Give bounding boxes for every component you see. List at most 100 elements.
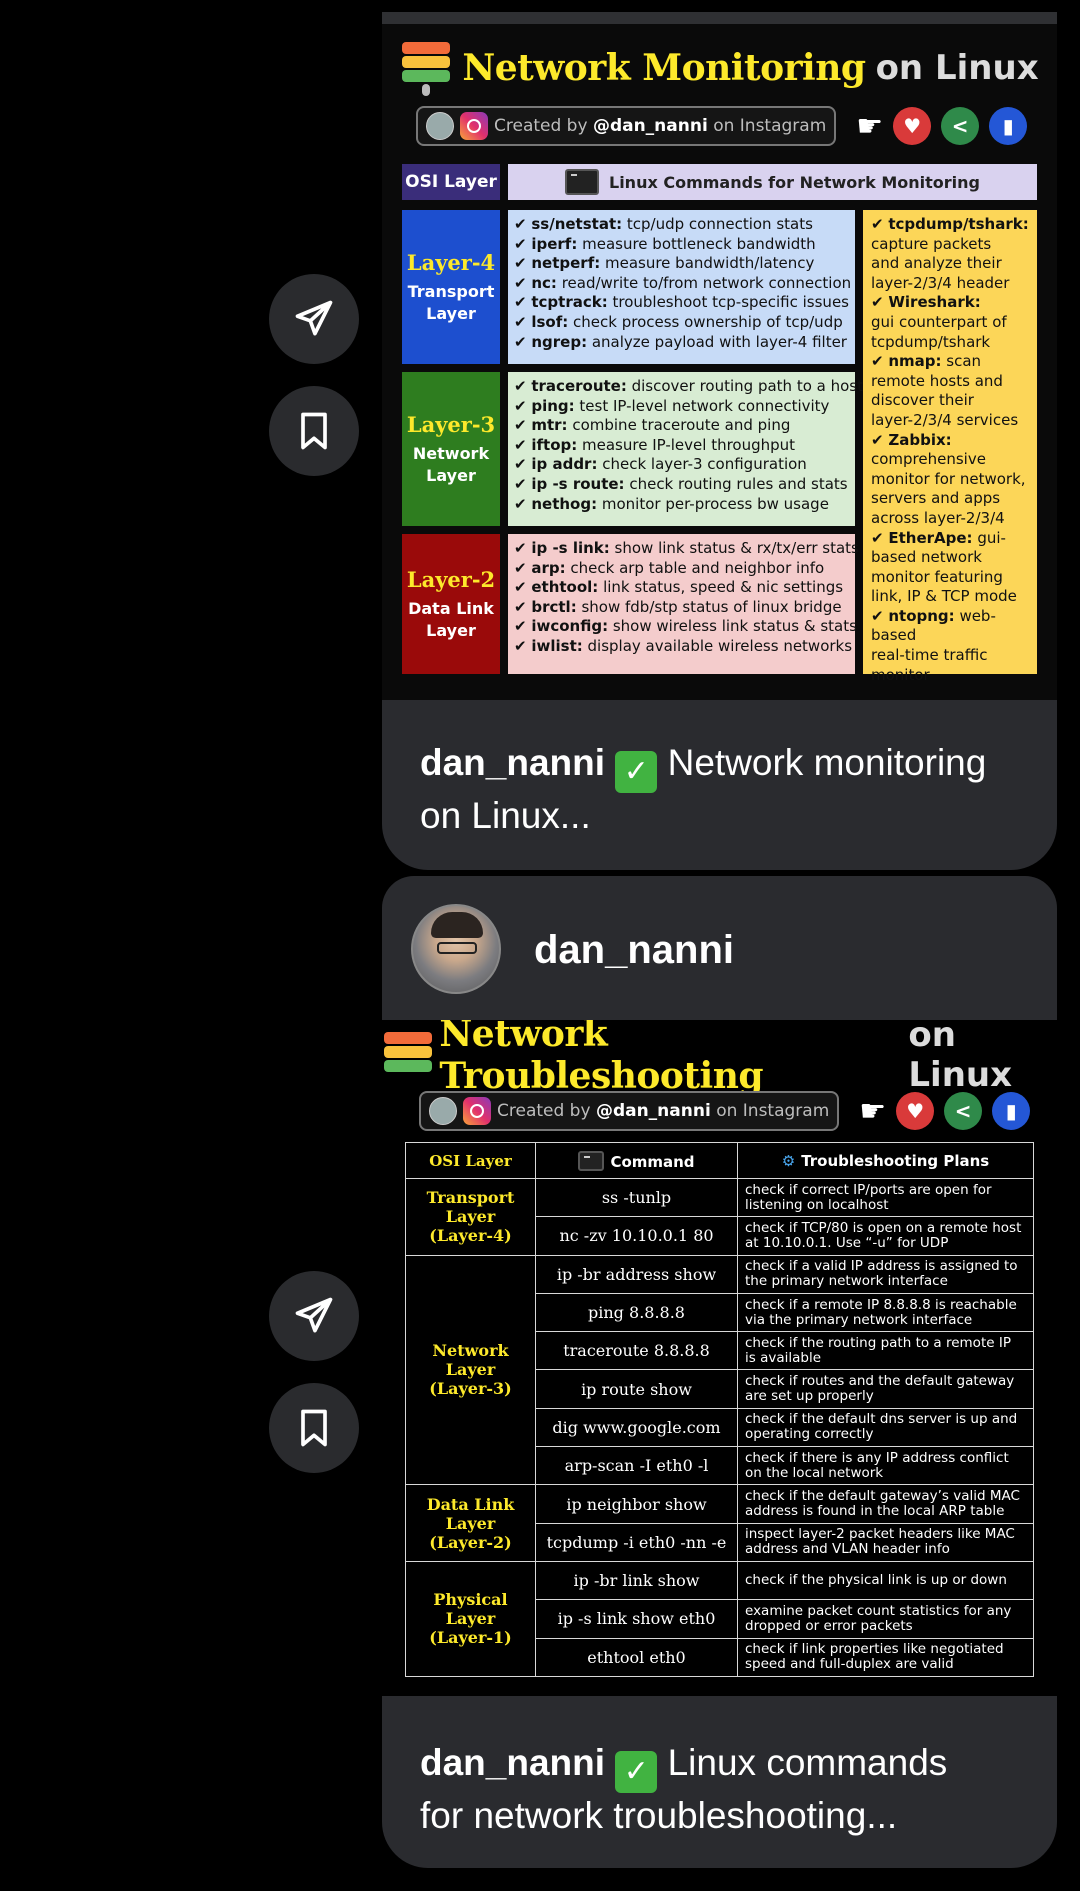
command-cell: dig www.google.com bbox=[535, 1407, 738, 1448]
plan-cell: inspect layer-2 packet headers like MAC … bbox=[737, 1522, 1034, 1562]
post-image-network-monitoring[interactable]: Network Monitoring on Linux Created by @… bbox=[382, 24, 1057, 700]
tool-line: ✔ EtherApe: gui- bbox=[871, 528, 1006, 547]
layer-4-commands: ✔ ss/netstat: tcp/udp connection stats ✔ … bbox=[508, 210, 855, 364]
terminal-icon bbox=[565, 169, 599, 195]
tool-line: remote hosts and bbox=[871, 371, 1003, 390]
tool-line: monitor bbox=[871, 665, 930, 684]
command-line: ✔ iwconfig: show wireless link status & … bbox=[514, 617, 857, 636]
command-line: ✔ iperf: measure bottleneck bandwidth bbox=[514, 234, 816, 253]
osi-layer-header: OSI Layer bbox=[405, 1142, 536, 1179]
caption-card-2[interactable]: dan_nanni ✓ Linux commands for network tr… bbox=[382, 1696, 1057, 1868]
heart-icon: ♥ bbox=[893, 107, 932, 145]
command-cell: traceroute 8.8.8.8 bbox=[535, 1331, 738, 1371]
green-check-icon: ✓ bbox=[615, 751, 658, 793]
command-line: ✔ iwlist: display available wireless net… bbox=[514, 636, 853, 655]
command-cell: ip -br address show bbox=[535, 1254, 738, 1294]
avatar[interactable] bbox=[411, 904, 501, 994]
layer-3-box: Layer-3 Network Layer bbox=[402, 372, 500, 526]
plan-cell: check if correct IP/ports are open for l… bbox=[737, 1177, 1034, 1218]
layer-cell: Physical Layer (Layer-1) bbox=[405, 1560, 536, 1677]
command-line: ✔ ngrep: analyze payload with layer-4 fi… bbox=[514, 332, 847, 351]
post-title: Network Troubleshooting on Linux bbox=[382, 1020, 1057, 1097]
layer-cell: Transport Layer (Layer-4) bbox=[405, 1178, 536, 1256]
plan-cell: check if routes and the default gateway … bbox=[737, 1369, 1034, 1409]
tool-line: based network bbox=[871, 548, 982, 567]
bookmark-icon: ▮ bbox=[992, 1092, 1031, 1130]
gear-icon: ⚙ bbox=[781, 1151, 796, 1170]
command-cell: tcpdump -i eth0 -nn -e bbox=[535, 1522, 738, 1562]
plan-cell: check if link properties like negotiated… bbox=[737, 1637, 1034, 1677]
previous-post-edge bbox=[382, 12, 1057, 24]
tool-line: layer-2/3/4 services bbox=[871, 410, 1019, 429]
plan-cell: check if the routing path to a remote IP… bbox=[737, 1331, 1034, 1371]
save-button[interactable] bbox=[269, 1383, 359, 1473]
command-line: ✔ ss/netstat: tcp/udp connection stats bbox=[514, 215, 813, 233]
avatar-mini bbox=[426, 112, 454, 140]
plan-cell: check if TCP/80 is open on a remote host… bbox=[737, 1216, 1034, 1256]
profile-username[interactable]: dan_nanni bbox=[534, 928, 734, 973]
command-line: ✔ nc: read/write to/from network connect… bbox=[514, 273, 852, 292]
caption-card-1[interactable]: dan_nanni ✓ Network monitoring on Linux..… bbox=[382, 700, 1057, 870]
tool-line: ✔ Zabbix: bbox=[871, 430, 952, 449]
terminal-icon bbox=[578, 1150, 605, 1171]
instagram-icon bbox=[463, 1097, 491, 1125]
pointing-hand-icon: ☛ bbox=[859, 1093, 887, 1129]
profile-card[interactable]: dan_nanni bbox=[382, 876, 1057, 1020]
plan-cell: check if the default dns server is up an… bbox=[737, 1407, 1034, 1448]
command-line: ✔ ip -s link: show link status & rx/tx/e… bbox=[514, 539, 859, 557]
share-button[interactable] bbox=[269, 274, 359, 364]
plan-cell: check if the physical link is up or down bbox=[737, 1560, 1034, 1601]
command-line: ✔ traceroute: discover routing path to a… bbox=[514, 377, 863, 395]
plans-header: ⚙ Troubleshooting Plans bbox=[737, 1142, 1034, 1179]
tool-line: layer-2/3/4 header bbox=[871, 273, 1010, 292]
layer-3-commands: ✔ traceroute: discover routing path to a… bbox=[508, 372, 863, 526]
command-line: ✔ arp: check arp table and neighbor info bbox=[514, 558, 825, 577]
tool-line: monitor for network, bbox=[871, 469, 1026, 488]
bookmark-icon bbox=[301, 1409, 327, 1447]
title-main: Network Monitoring bbox=[462, 47, 866, 89]
command-cell: nc -zv 10.10.0.1 80 bbox=[535, 1216, 738, 1256]
tool-line: monitor featuring bbox=[871, 567, 1003, 586]
layers-icon bbox=[400, 40, 452, 96]
plan-cell: check if a valid IP address is assigned … bbox=[737, 1254, 1034, 1294]
post-image-network-troubleshooting[interactable]: Network Troubleshooting on Linux Created… bbox=[382, 1020, 1057, 1696]
caption-text: dan_nanni ✓ Network monitoring on Linux..… bbox=[420, 742, 987, 836]
bookmark-icon bbox=[301, 412, 327, 450]
credit-box: Created by @dan_nanni on Instagram bbox=[419, 1091, 840, 1131]
save-button[interactable] bbox=[269, 386, 359, 476]
share-icon: < bbox=[941, 107, 980, 145]
command-line: ✔ ping: test IP-level network connectivi… bbox=[514, 396, 830, 415]
command-cell: ip -br link show bbox=[535, 1560, 738, 1601]
command-cell: ping 8.8.8.8 bbox=[535, 1292, 738, 1333]
title-sub: on Linux bbox=[875, 48, 1039, 88]
plan-cell: examine packet count statistics for any … bbox=[737, 1599, 1034, 1639]
table-row: Data Link Layer (Layer-2) ip neighbor show c… bbox=[405, 1484, 1034, 1562]
command-line: ✔ brctl: show fdb/stp status of linux br… bbox=[514, 597, 842, 616]
green-check-icon: ✓ bbox=[615, 1751, 658, 1793]
table-row: Physical Layer (Layer-1) ip -br link show ch… bbox=[405, 1560, 1034, 1677]
tool-line: gui counterpart of bbox=[871, 312, 1007, 331]
layer-4-box: Layer-4 Transport Layer bbox=[402, 210, 500, 364]
caption-text: dan_nanni ✓ Linux commands for network tr… bbox=[420, 1742, 948, 1836]
commands-header: Linux Commands for Network Monitoring bbox=[508, 164, 1037, 200]
table-row: Transport Layer (Layer-4) ss -tunlp check if… bbox=[405, 1177, 1034, 1256]
tool-line: ✔ Wireshark: bbox=[871, 293, 981, 312]
credit-box: Created by @dan_nanni on Instagram bbox=[416, 106, 837, 146]
command-line: ✔ netperf: measure bandwidth/latency bbox=[514, 254, 815, 273]
command-header: Command bbox=[535, 1142, 738, 1179]
share-button[interactable] bbox=[269, 1271, 359, 1361]
bookmark-icon: ▮ bbox=[989, 107, 1028, 145]
command-line: ✔ lsof: check process ownership of tcp/u… bbox=[514, 312, 843, 331]
command-line: ✔ iftop: measure IP-level throughput bbox=[514, 435, 796, 454]
layer-cell: Data Link Layer (Layer-2) bbox=[405, 1484, 536, 1562]
troubleshooting-table: OSI Layer Command ⚙ Troubleshooting Plans… bbox=[405, 1142, 1034, 1677]
command-line: ✔ ip -s route: check routing rules and s… bbox=[514, 474, 848, 493]
tool-line: link, IP & TCP mode bbox=[871, 587, 1017, 606]
tool-line: and analyze their bbox=[871, 254, 1002, 273]
heart-icon: ♥ bbox=[896, 1092, 935, 1130]
pointing-hand-icon: ☛ bbox=[856, 108, 884, 144]
credit-row: Created by @dan_nanni on Instagram ☛ ♥ <… bbox=[416, 106, 1028, 146]
title-main: Network Troubleshooting bbox=[439, 1020, 764, 1097]
command-line: ✔ tcptrack: troubleshoot tcp-specific is… bbox=[514, 293, 849, 312]
command-line: ✔ mtr: combine traceroute and ping bbox=[514, 416, 791, 435]
